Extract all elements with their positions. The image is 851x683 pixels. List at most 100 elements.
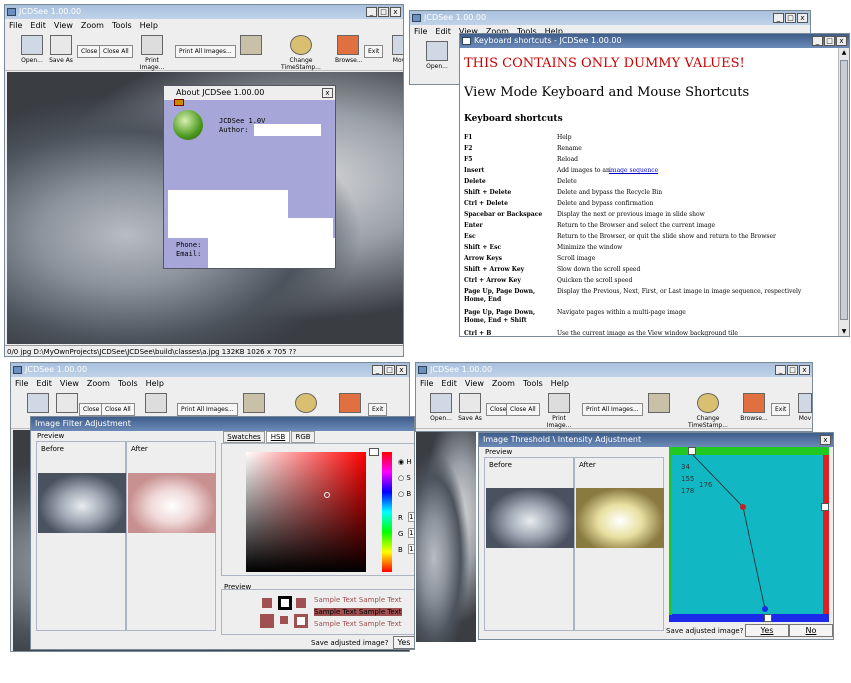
third-window-titlebar[interactable]: JCDSee 1.00.00 _ □ x — [11, 363, 409, 377]
menu-file[interactable]: File — [5, 19, 26, 32]
menu-view-3[interactable]: View — [56, 377, 83, 390]
save-as-button[interactable]: Save As — [47, 35, 75, 69]
hue-slider[interactable] — [382, 452, 392, 572]
properties-button-4[interactable] — [642, 393, 676, 427]
print-image-button[interactable]: Print Image... — [133, 35, 171, 71]
minimize-icon-4[interactable]: _ — [775, 365, 786, 375]
main-window-titlebar[interactable]: JCDSee 1.00.00 _ □ x — [5, 5, 403, 19]
color-square[interactable] — [246, 452, 366, 572]
menu-edit-2[interactable]: Edit — [431, 25, 455, 38]
minimize-icon-2[interactable]: _ — [773, 13, 784, 23]
menu-view-4[interactable]: View — [461, 377, 488, 390]
close-button[interactable]: Close — [77, 45, 102, 58]
fourth-window-titlebar[interactable]: JCDSee 1.00.00 _ □ x — [416, 363, 812, 377]
save-as-button-4[interactable]: Save As — [456, 393, 484, 427]
maximize-icon-2[interactable]: □ — [785, 13, 796, 23]
minimize-icon[interactable]: _ — [366, 7, 377, 17]
scroll-up-icon[interactable]: ▲ — [840, 49, 848, 57]
hue-slider-thumb[interactable] — [369, 448, 379, 456]
shortcut-row: F2 Rename — [464, 145, 836, 156]
menu-view[interactable]: View — [50, 19, 77, 32]
print-image-button-4[interactable]: Print Image... — [540, 393, 578, 429]
menu-zoom-4[interactable]: Zoom — [488, 377, 519, 390]
menu-help[interactable]: Help — [136, 19, 162, 32]
threshold-dialog-titlebar[interactable]: Image Threshold \ Intensity Adjustment x — [479, 433, 833, 447]
exit-button-3[interactable]: Exit — [368, 403, 388, 416]
shortcuts-close-icon[interactable]: x — [836, 36, 847, 46]
close-all-button[interactable]: Close All — [99, 45, 133, 58]
close-icon-3[interactable]: x — [396, 365, 407, 375]
threshold-no-button[interactable]: No — [789, 624, 833, 637]
image-sequence-link[interactable]: image sequence — [609, 167, 658, 174]
menu-zoom[interactable]: Zoom — [77, 19, 108, 32]
curve-point-1[interactable] — [740, 504, 746, 510]
browse-button-4[interactable]: Browse... — [740, 393, 768, 427]
field-r[interactable]: 1 — [408, 512, 414, 522]
menu-edit[interactable]: Edit — [26, 19, 50, 32]
print-all-button-3[interactable]: Print All Images... — [177, 403, 238, 416]
open-button-4[interactable]: Open... — [428, 393, 454, 427]
menu-help-4[interactable]: Help — [547, 377, 573, 390]
sample-text-row-3: Sample Text Sample Text — [314, 620, 402, 628]
fourth-image-view[interactable] — [416, 432, 476, 642]
open-button[interactable]: Open... — [19, 35, 45, 69]
filter-dialog-titlebar[interactable]: Image Filter Adjustment — [31, 417, 414, 431]
shortcuts-title: Keyboard shortcuts - JCDSee 1.00.00 — [474, 36, 622, 45]
second-window-titlebar[interactable]: JCDSee 1.00.00 _ □ x — [410, 11, 810, 25]
open-button-2[interactable]: Open... — [424, 41, 450, 75]
exit-button[interactable]: Exit — [364, 45, 384, 58]
shortcuts-maximize-icon[interactable]: □ — [824, 36, 835, 46]
shortcuts-minimize-icon[interactable]: _ — [812, 36, 823, 46]
shortcut-key: Insert — [464, 167, 485, 174]
field-g[interactable]: 1 — [408, 528, 414, 538]
menu-tools-4[interactable]: Tools — [519, 377, 547, 390]
properties-button[interactable] — [233, 35, 269, 69]
menu-edit-4[interactable]: Edit — [437, 377, 461, 390]
maximize-icon-3[interactable]: □ — [384, 365, 395, 375]
close-icon-2[interactable]: x — [797, 13, 808, 23]
close-all-button-3[interactable]: Close All — [101, 403, 135, 416]
close-icon[interactable]: x — [390, 7, 401, 17]
shortcuts-scrollbar[interactable]: ▲ ▼ — [838, 48, 849, 336]
curve-point-2[interactable] — [762, 606, 768, 612]
menu-file-4[interactable]: File — [416, 377, 437, 390]
about-dialog-titlebar[interactable]: About JCDSee 1.00.00 x — [164, 86, 335, 100]
close-icon-4[interactable]: x — [799, 365, 810, 375]
threshold-close-icon[interactable]: x — [820, 435, 831, 445]
radio-s[interactable]: ○ S — [398, 474, 411, 482]
scroll-down-icon[interactable]: ▼ — [840, 328, 848, 336]
move-button-4[interactable]: Mov — [796, 393, 812, 427]
radio-h[interactable]: ◉ H — [398, 458, 412, 466]
menu-file-2[interactable]: File — [410, 25, 431, 38]
color-picker-cursor[interactable] — [324, 492, 330, 498]
menu-tools-3[interactable]: Tools — [114, 377, 142, 390]
change-timestamp-button[interactable]: Change TimeStamp... — [271, 35, 331, 71]
menu-edit-3[interactable]: Edit — [32, 377, 56, 390]
maximize-icon[interactable]: □ — [378, 7, 389, 17]
tab-hsb[interactable]: HSB — [266, 431, 290, 443]
filter-yes-button[interactable]: Yes — [393, 636, 414, 649]
radio-b[interactable]: ○ B — [398, 490, 411, 498]
minimize-icon-3[interactable]: _ — [372, 365, 383, 375]
about-close-icon[interactable]: x — [322, 88, 333, 98]
tab-swatches[interactable]: Swatches — [223, 431, 265, 443]
menu-zoom-3[interactable]: Zoom — [83, 377, 114, 390]
shortcuts-titlebar[interactable]: Keyboard shortcuts - JCDSee 1.00.00 _ □ … — [460, 34, 849, 48]
close-all-button-4[interactable]: Close All — [506, 403, 540, 416]
menu-file-3[interactable]: File — [11, 377, 32, 390]
maximize-icon-4[interactable]: □ — [787, 365, 798, 375]
menu-tools[interactable]: Tools — [108, 19, 136, 32]
threshold-yes-button[interactable]: Yes — [745, 624, 789, 637]
change-timestamp-button-4[interactable]: Change TimeStamp... — [678, 393, 738, 429]
close-button-3[interactable]: Close — [79, 403, 104, 416]
print-all-button-4[interactable]: Print All Images... — [582, 403, 643, 416]
field-b[interactable]: 1 — [408, 544, 414, 554]
print-all-button[interactable]: Print All Images... — [175, 45, 236, 58]
threshold-curve-area[interactable]: 34 155 178 176 — [669, 447, 829, 622]
menu-help-3[interactable]: Help — [142, 377, 168, 390]
browse-button[interactable]: Browse... — [335, 35, 363, 69]
move-button[interactable]: Mov — [389, 35, 403, 69]
scroll-thumb[interactable] — [840, 60, 848, 320]
tab-rgb[interactable]: RGB — [291, 431, 315, 443]
exit-button-4[interactable]: Exit — [771, 403, 791, 416]
